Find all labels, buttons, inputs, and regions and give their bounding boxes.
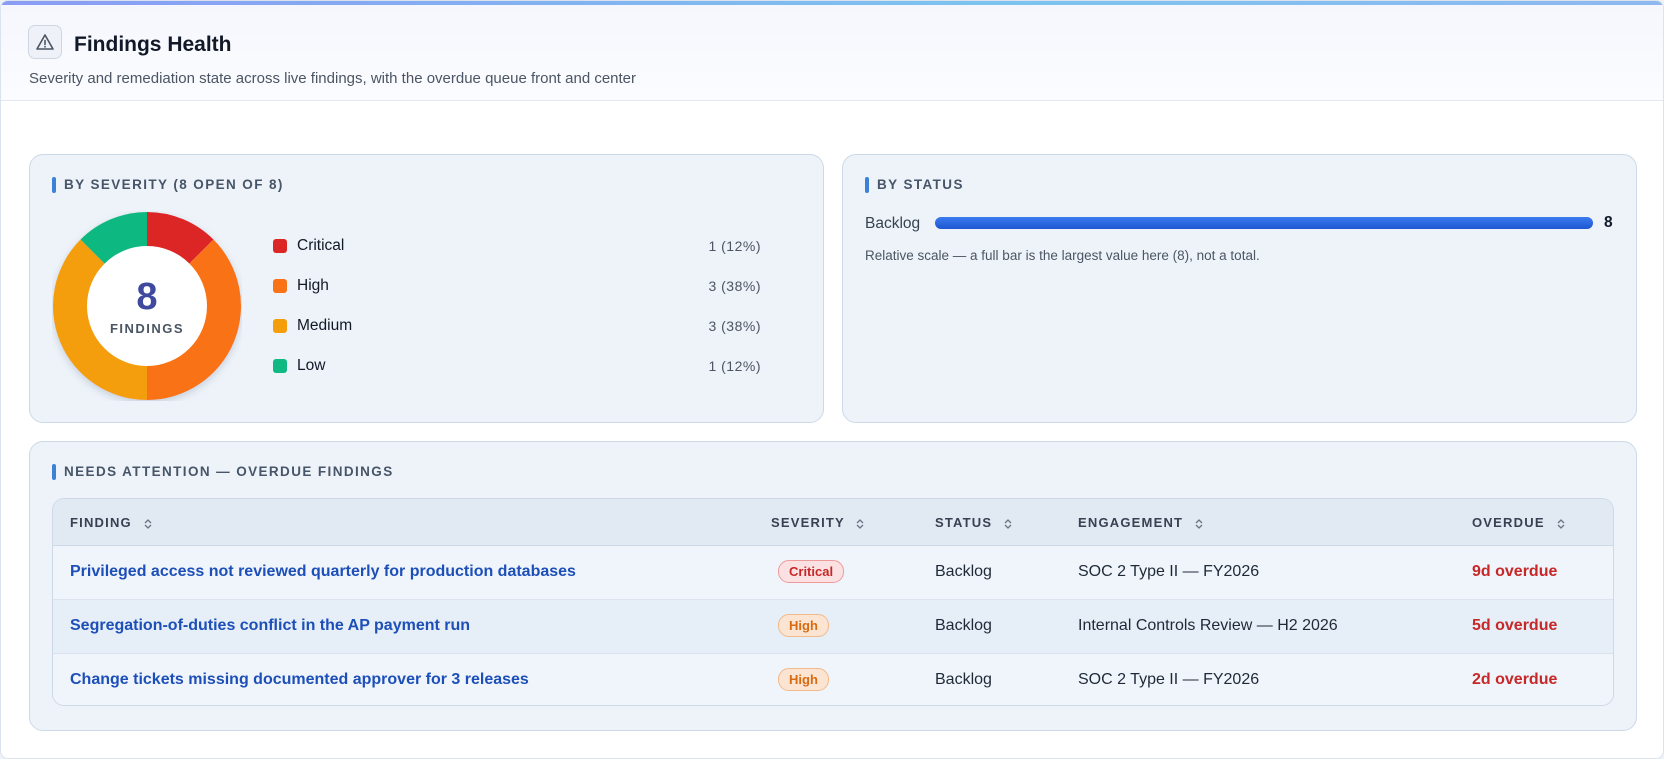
sort-icon <box>1557 518 1564 529</box>
legend-label: Medium <box>297 317 353 334</box>
legend-swatch-medium <box>273 319 287 333</box>
table-row: Change tickets missing documented approv… <box>53 654 1613 705</box>
status-bar-label-backlog: Backlog <box>865 215 921 232</box>
table-header: FINDING SEVERITY STATUS ENGAGEMENT OVERD… <box>53 499 1613 546</box>
severity-card-title: BY SEVERITY (8 OPEN OF 8) <box>52 177 284 193</box>
severity-donut: 8 FINDINGS <box>52 211 242 401</box>
column-header-finding[interactable]: FINDING <box>70 515 153 530</box>
overdue-cell: 2d overdue <box>1472 671 1558 688</box>
legend-swatch-low <box>273 359 287 373</box>
column-header-label: OVERDUE <box>1472 515 1545 530</box>
legend-item-critical: Critical 1 (12%) <box>273 235 793 257</box>
engagement-cell: SOC 2 Type II — FY2026 <box>1078 671 1260 688</box>
column-header-label: ENGAGEMENT <box>1078 515 1184 530</box>
overdue-cell: 5d overdue <box>1472 617 1558 634</box>
severity-badge: High <box>778 614 829 637</box>
legend-value: 1 (12%) <box>708 358 761 374</box>
column-header-label: STATUS <box>935 515 993 530</box>
legend-item-low: Low 1 (12%) <box>273 355 793 377</box>
warning-triangle-icon <box>28 25 62 59</box>
attention-card-title: NEEDS ATTENTION — OVERDUE FINDINGS <box>52 464 394 480</box>
legend-item-medium: Medium 3 (38%) <box>273 315 793 337</box>
column-header-engagement[interactable]: ENGAGEMENT <box>1078 515 1204 530</box>
legend-value: 3 (38%) <box>708 318 761 334</box>
table-row: Privileged access not reviewed quarterly… <box>53 546 1613 600</box>
legend-item-high: High 3 (38%) <box>273 275 793 297</box>
finding-link[interactable]: Change tickets missing documented approv… <box>70 671 529 689</box>
status-bar-value-backlog: 8 <box>1604 214 1613 231</box>
column-header-status[interactable]: STATUS <box>935 515 1013 530</box>
findings-total-label: FINDINGS <box>109 320 185 336</box>
donut-center: 8 FINDINGS <box>52 211 242 401</box>
sort-icon <box>857 518 864 529</box>
legend-value: 1 (12%) <box>708 238 761 254</box>
status-cell: Backlog <box>935 617 992 634</box>
status-cell: Backlog <box>935 563 992 580</box>
status-card: BY STATUS Backlog 8 Relative scale — a f… <box>842 154 1637 423</box>
status-bar-track <box>935 217 1593 229</box>
severity-badge: Critical <box>778 560 845 583</box>
engagement-cell: Internal Controls Review — H2 2026 <box>1078 617 1338 634</box>
table-row: Segregation-of-duties conflict in the AP… <box>53 600 1613 654</box>
panel-header: Findings Health Severity and remediation… <box>1 5 1663 101</box>
page-subtitle: Severity and remediation state across li… <box>29 70 637 87</box>
engagement-cell: SOC 2 Type II — FY2026 <box>1078 563 1260 580</box>
overdue-cell: 9d overdue <box>1472 563 1558 580</box>
severity-card: BY SEVERITY (8 OPEN OF 8) 8 FINDINGS Cri… <box>29 154 824 423</box>
page-title: Findings Health <box>74 33 232 56</box>
status-scale-note: Relative scale — a full bar is the large… <box>865 248 1260 263</box>
legend-label: Low <box>297 357 326 374</box>
sort-icon <box>1195 518 1203 529</box>
legend-swatch-critical <box>273 239 287 253</box>
legend-value: 3 (38%) <box>708 278 761 294</box>
status-cell: Backlog <box>935 671 992 688</box>
column-header-severity[interactable]: SEVERITY <box>771 515 865 530</box>
status-bar-fill-backlog <box>935 217 1593 229</box>
column-header-overdue[interactable]: OVERDUE <box>1472 515 1566 530</box>
legend-label: High <box>297 277 329 294</box>
sort-icon <box>1004 518 1012 529</box>
sort-icon <box>144 518 152 529</box>
findings-total: 8 <box>136 275 158 318</box>
attention-card: NEEDS ATTENTION — OVERDUE FINDINGS FINDI… <box>29 441 1637 731</box>
findings-health-panel: Findings Health Severity and remediation… <box>0 0 1664 759</box>
column-header-label: FINDING <box>70 515 132 530</box>
finding-link[interactable]: Segregation-of-duties conflict in the AP… <box>70 617 470 635</box>
legend-label: Critical <box>297 237 345 254</box>
status-card-title: BY STATUS <box>865 177 964 193</box>
overdue-findings-table: FINDING SEVERITY STATUS ENGAGEMENT OVERD… <box>52 498 1614 706</box>
legend-swatch-high <box>273 279 287 293</box>
column-header-label: SEVERITY <box>771 515 845 530</box>
finding-link[interactable]: Privileged access not reviewed quarterly… <box>70 563 576 581</box>
severity-badge: High <box>778 668 829 691</box>
